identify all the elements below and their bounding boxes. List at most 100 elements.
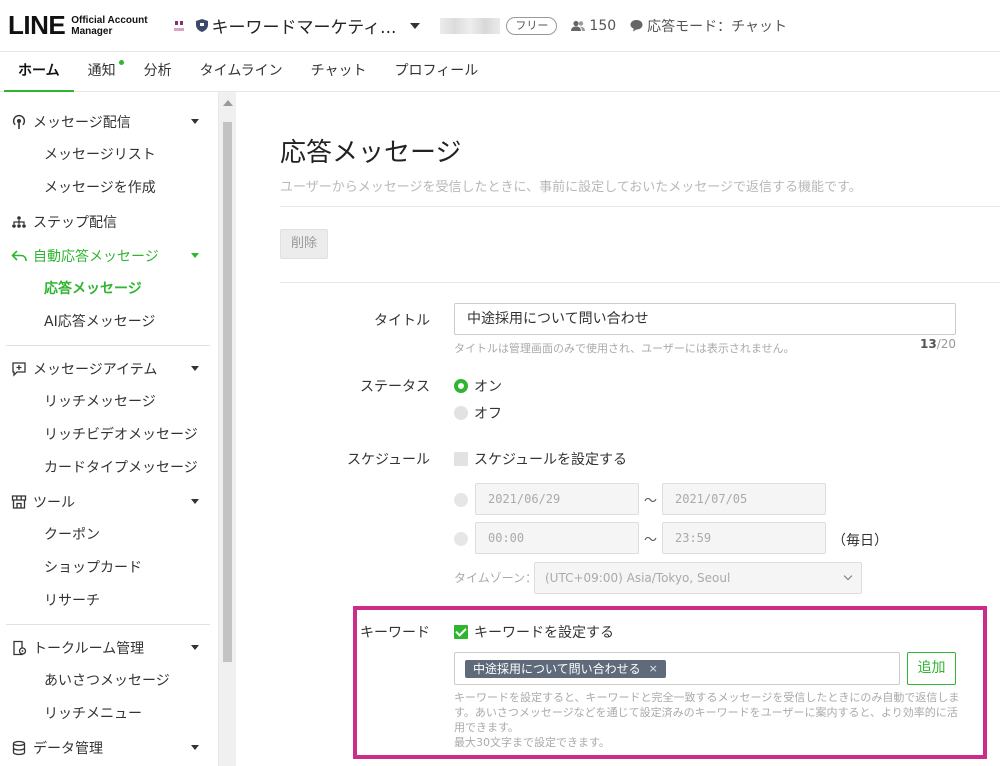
close-icon[interactable]: × <box>649 660 658 678</box>
sidebar-item-research[interactable]: リサーチ <box>0 585 218 618</box>
end-date-input[interactable]: 2021/07/05 <box>662 483 826 515</box>
sidebar-item-response-message[interactable]: 応答メッセージ <box>0 273 218 306</box>
scrollbar-thumb[interactable] <box>223 122 232 662</box>
title-char-count: 13/20 <box>920 337 956 351</box>
keyword-checkbox-label: キーワードを設定する <box>474 625 614 641</box>
shield-icon <box>195 19 208 32</box>
timezone-select[interactable]: (UTC+09:00) Asia/Tokyo, Seoul <box>534 562 862 594</box>
timezone-label: タイムゾーン： <box>454 571 538 585</box>
friends-count: 150 <box>571 18 616 34</box>
schedule-checkbox[interactable]: スケジュールを設定する <box>454 449 627 469</box>
shop-icon <box>10 494 27 511</box>
sidebar-group-step-delivery[interactable]: ステップ配信 <box>0 205 218 239</box>
sidebar-scrollbar[interactable] <box>218 92 236 766</box>
sidebar-item-rich-video-message[interactable]: リッチビデオメッセージ <box>0 419 218 452</box>
radio-unchecked-icon <box>454 406 468 420</box>
sidebar-item-greeting-message[interactable]: あいさつメッセージ <box>0 665 218 698</box>
schedule-label: スケジュール <box>346 452 430 468</box>
title-count-max: /20 <box>936 337 957 351</box>
tab-notifications[interactable]: 通知 <box>74 52 130 92</box>
keyword-tag: 中途採用について問い合わせる × <box>465 660 666 678</box>
sidebar-item-coupon[interactable]: クーポン <box>0 519 218 552</box>
sidebar-item-create-message[interactable]: メッセージを作成 <box>0 172 218 205</box>
status-off-label: オフ <box>474 406 502 422</box>
title-input[interactable]: 中途採用について問い合わせ <box>454 303 956 335</box>
tab-label: プロフィール <box>394 63 479 79</box>
add-keyword-button[interactable]: 追加 <box>907 652 956 685</box>
sidebar-item-shop-card[interactable]: ショップカード <box>0 552 218 585</box>
schedule-checkbox-label: スケジュールを設定する <box>474 452 628 468</box>
logo-sub-1: Official Account <box>71 14 148 26</box>
logo-sub-2: Manager <box>71 25 113 37</box>
title-label: タイトル <box>374 313 430 329</box>
keyword-checkbox[interactable]: キーワードを設定する <box>454 622 614 642</box>
page-description: ユーザーからメッセージを受信したときに、事前に設定しておいたメッセージで返信する… <box>280 180 862 195</box>
plan-badge: フリー <box>506 16 558 35</box>
sidebar-group-message-delivery[interactable]: メッセージ配信 <box>0 105 218 139</box>
line-oa-logo[interactable]: LINE Official Account Manager <box>8 10 148 41</box>
sidebar-group-auto-response[interactable]: 自動応答メッセージ <box>0 239 218 273</box>
main-content: 応答メッセージ ユーザーからメッセージを受信したときに、事前に設定しておいたメッ… <box>236 92 1000 766</box>
tab-label: 通知 <box>87 63 116 79</box>
tab-label: 分析 <box>143 63 172 79</box>
divider <box>280 282 1000 283</box>
chevron-down-icon[interactable] <box>410 22 421 29</box>
sidebar-group-label: ツール <box>33 495 75 511</box>
chevron-down-icon <box>191 645 199 650</box>
sidebar-group-tools[interactable]: ツール <box>0 485 218 519</box>
tab-analytics[interactable]: 分析 <box>130 52 186 92</box>
sidebar-item-rich-menu[interactable]: リッチメニュー <box>0 698 218 731</box>
status-on-radio[interactable]: オン <box>454 376 502 396</box>
sidebar-group-label: ステップ配信 <box>33 215 117 231</box>
sidebar-group-data-management[interactable]: データ管理 <box>0 731 218 765</box>
top-nav-tabs: ホーム 通知 分析 タイムライン チャット プロフィール <box>0 52 1000 92</box>
tab-chat[interactable]: チャット <box>297 52 381 92</box>
sidebar-divider <box>6 624 210 625</box>
logo-line-text: LINE <box>8 10 66 40</box>
scroll-up-arrow-icon[interactable] <box>223 100 233 106</box>
chat-bubble-icon <box>630 20 643 32</box>
keyword-hint: キーワードを設定すると、キーワードと完全一致するメッセージを受信したときにのみ自… <box>454 690 962 750</box>
start-date-input[interactable]: 2021/06/29 <box>475 483 639 515</box>
checkbox-checked-icon <box>454 625 468 639</box>
sidebar-group-message-items[interactable]: メッセージアイテム <box>0 352 218 386</box>
user-group-icon <box>571 20 586 31</box>
sidebar-item-ai-response-message[interactable]: AI応答メッセージ <box>0 306 218 339</box>
radio-checked-icon <box>454 379 468 393</box>
start-time-input[interactable]: 00:00 <box>475 522 639 554</box>
tab-home[interactable]: ホーム <box>4 52 74 92</box>
sidebar-group-talkroom[interactable]: トークルーム管理 <box>0 631 218 665</box>
account-name[interactable]: キーワードマーケティ... <box>212 13 397 38</box>
status-off-radio[interactable]: オフ <box>454 403 502 423</box>
step-tree-icon <box>10 214 27 231</box>
response-mode[interactable]: 応答モード：チャット <box>630 16 787 36</box>
date-range-separator: ～ <box>644 494 658 509</box>
tab-profile[interactable]: プロフィール <box>381 52 493 92</box>
date-range-radio[interactable] <box>454 493 468 507</box>
account-thumbnail[interactable] <box>172 19 186 33</box>
database-icon <box>10 740 27 757</box>
chevron-down-icon <box>191 119 199 124</box>
title-hint: タイトルは管理画面のみで使用され、ユーザーには表示されません。 <box>454 342 795 355</box>
sidebar: メッセージ配信 メッセージリスト メッセージを作成 ステップ配信 自動応答メッセ… <box>0 92 218 766</box>
time-range-separator: ～ <box>644 533 658 548</box>
keyword-tag-label: 中途採用について問い合わせる <box>473 662 641 676</box>
sidebar-item-card-type-message[interactable]: カードタイプメッセージ <box>0 452 218 485</box>
logo-subtitle: Official Account Manager <box>71 15 147 37</box>
status-on-label: オン <box>474 379 502 395</box>
sidebar-item-rich-message[interactable]: リッチメッセージ <box>0 386 218 419</box>
sidebar-group-label: 自動応答メッセージ <box>33 249 159 265</box>
end-time-input[interactable]: 23:59 <box>662 522 826 554</box>
keyword-input[interactable]: 中途採用について問い合わせる × <box>454 652 900 685</box>
tab-timeline[interactable]: タイムライン <box>186 52 297 92</box>
sidebar-item-message-list[interactable]: メッセージリスト <box>0 139 218 172</box>
sidebar-group-label: トークルーム管理 <box>33 641 145 657</box>
account-id-redacted <box>440 17 501 34</box>
delete-button[interactable]: 削除 <box>280 229 328 259</box>
chat-settings-icon <box>10 640 27 657</box>
time-range-radio[interactable] <box>454 532 468 546</box>
status-label: ステータス <box>360 379 430 395</box>
keyword-label: キーワード <box>360 625 430 641</box>
sidebar-group-label: データ管理 <box>33 741 103 757</box>
response-mode-label: 応答モード：チャット <box>647 18 788 35</box>
